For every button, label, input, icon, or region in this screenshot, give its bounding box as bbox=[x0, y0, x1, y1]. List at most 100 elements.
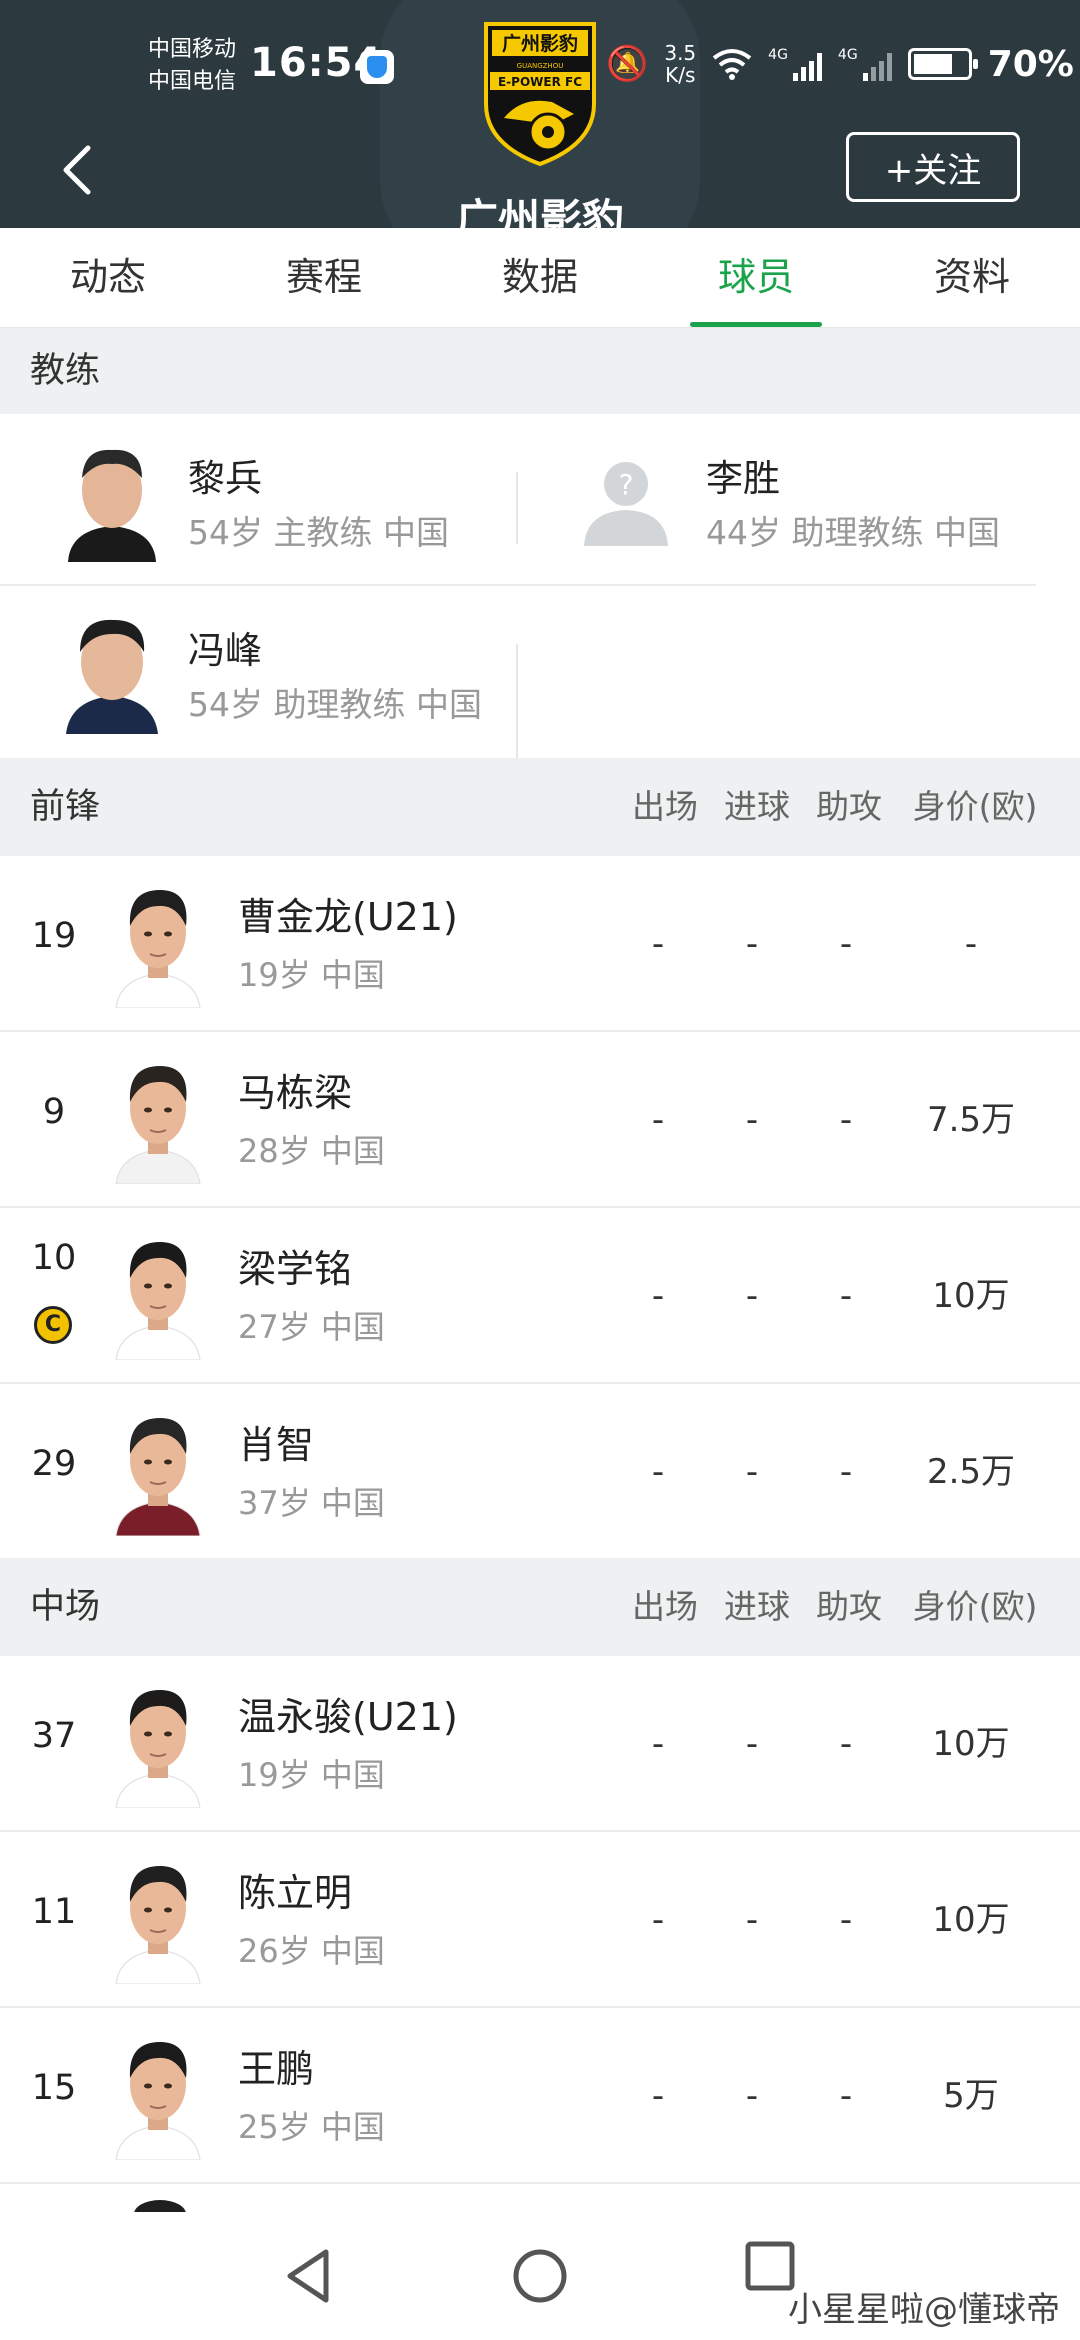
speed-unit: K/s bbox=[665, 63, 696, 87]
coach-meta: 44岁 助理教练 中国 bbox=[706, 513, 1000, 552]
stat-goals: - bbox=[745, 1900, 759, 1940]
player-meta: 25岁 中国 bbox=[238, 2108, 385, 2146]
col-header-apps: 出场 bbox=[632, 1587, 698, 1626]
player-photo bbox=[115, 1690, 201, 1808]
coach-name: 黎兵 bbox=[188, 457, 262, 500]
placeholder-avatar-icon: ? bbox=[584, 462, 668, 546]
signal-2-icon: 4G bbox=[838, 47, 892, 81]
coach-meta: 54岁 助理教练 中国 bbox=[188, 685, 482, 724]
net-type-1: 4G bbox=[768, 47, 788, 63]
stat-apps: - bbox=[651, 1100, 665, 1140]
logo-title-text: 广州影豹 bbox=[502, 32, 578, 55]
coach-card-1[interactable]: 黎兵 54岁 主教练 中国 bbox=[0, 414, 516, 586]
player-number: 19 bbox=[31, 916, 77, 956]
home-circle-icon[interactable] bbox=[500, 2236, 580, 2316]
player-number: 11 bbox=[31, 1892, 77, 1932]
security-shield-icon bbox=[360, 50, 394, 84]
tab-players[interactable]: 球员 bbox=[648, 228, 864, 327]
player-photo bbox=[115, 1418, 201, 1536]
team-header: 中国移动 中国电信 16:54 🔕 3.5 K/s 4G 4G 70% 广州影豹… bbox=[0, 0, 1080, 228]
carrier-1: 中国移动 bbox=[148, 37, 237, 62]
coach-avatar bbox=[58, 438, 166, 562]
section-header-coaches: 教练 bbox=[0, 328, 1080, 414]
back-triangle-icon[interactable] bbox=[270, 2236, 350, 2316]
col-header-goals: 进球 bbox=[724, 787, 790, 826]
player-name: 曹金龙(U21) bbox=[238, 895, 458, 939]
col-header-goals: 进球 bbox=[724, 1587, 790, 1626]
player-row[interactable]: 11 陈立明 26岁 中国 - - - 10万 bbox=[0, 1832, 1080, 2008]
coach-avatar bbox=[58, 610, 166, 734]
coach-divider bbox=[516, 644, 518, 758]
tab-bar: 动态 赛程 数据 球员 资料 bbox=[0, 228, 1080, 328]
coach-meta: 54岁 主教练 中国 bbox=[188, 513, 449, 552]
player-meta: 19岁 中国 bbox=[238, 1756, 385, 1794]
player-name: 梁学铭 bbox=[238, 1247, 353, 1291]
tab-schedule[interactable]: 赛程 bbox=[216, 228, 432, 327]
stat-goals: - bbox=[745, 2076, 759, 2116]
svg-text:?: ? bbox=[619, 468, 634, 501]
section-header-forwards: 前锋 出场 进球 助攻 身价(欧) bbox=[0, 758, 1080, 856]
player-row[interactable]: 29 肖智 37岁 中国 - - - 2.5万 bbox=[0, 1384, 1080, 1560]
carrier-2: 中国电信 bbox=[148, 69, 237, 94]
partial-player-row bbox=[0, 2184, 1080, 2212]
player-name: 肖智 bbox=[238, 1423, 315, 1467]
player-photo bbox=[115, 1066, 201, 1184]
stat-value: 2.5万 bbox=[926, 1452, 1016, 1492]
stat-value: 5万 bbox=[943, 2076, 999, 2116]
network-speed: 3.5 K/s bbox=[664, 42, 696, 86]
stat-apps: - bbox=[651, 2076, 665, 2116]
stat-goals: - bbox=[745, 1100, 759, 1140]
captain-badge-icon: C bbox=[34, 1306, 72, 1344]
stat-value: 7.5万 bbox=[926, 1100, 1016, 1140]
coach-card-3[interactable]: 冯峰 54岁 助理教练 中国 bbox=[0, 586, 516, 758]
wifi-icon bbox=[712, 49, 752, 80]
team-logo: 广州影豹 GUANGZHOU E-POWER FC bbox=[484, 22, 596, 167]
coach-card-2[interactable]: ? 李胜 44岁 助理教练 中国 bbox=[516, 414, 1036, 586]
section-header-midfielders: 中场 出场 进球 助攻 身价(欧) bbox=[0, 1558, 1080, 1656]
player-number: 15 bbox=[31, 2068, 77, 2108]
tab-stats[interactable]: 数据 bbox=[432, 228, 648, 327]
tab-news[interactable]: 动态 bbox=[0, 228, 216, 327]
logo-sub-text: GUANGZHOU bbox=[517, 62, 564, 70]
stat-assists: - bbox=[839, 2076, 853, 2116]
player-row[interactable]: 9 马栋梁 28岁 中国 - - - 7.5万 bbox=[0, 1032, 1080, 1208]
player-meta: 19岁 中国 bbox=[238, 956, 385, 994]
section-title-coaches: 教练 bbox=[30, 351, 101, 391]
stat-value: - bbox=[964, 924, 978, 964]
signal-1-icon: 4G bbox=[768, 47, 822, 81]
player-photo bbox=[115, 890, 201, 1008]
player-row[interactable]: 10 C 梁学铭 27岁 中国 - - - 10万 bbox=[0, 1208, 1080, 1384]
player-row[interactable]: 37 温永骏(U21) 19岁 中国 - - - 10万 bbox=[0, 1656, 1080, 1832]
player-row[interactable]: 19 曹金龙(U21) 19岁 中国 - - - - bbox=[0, 856, 1080, 1032]
player-name: 陈立明 bbox=[238, 1871, 353, 1915]
team-name-title: 广州影豹 bbox=[455, 195, 624, 228]
col-header-assists: 助攻 bbox=[816, 787, 882, 826]
player-number: 29 bbox=[31, 1444, 77, 1484]
stat-value: 10万 bbox=[932, 1900, 1010, 1940]
battery-level: 70% bbox=[987, 43, 1074, 85]
stat-assists: - bbox=[839, 1452, 853, 1492]
player-meta: 26岁 中国 bbox=[238, 1932, 385, 1970]
stat-goals: - bbox=[745, 1452, 759, 1492]
stat-assists: - bbox=[839, 1276, 853, 1316]
section-title-midfielders: 中场 bbox=[30, 1587, 101, 1627]
player-photo bbox=[115, 1242, 201, 1360]
stat-assists: - bbox=[839, 924, 853, 964]
battery-icon bbox=[907, 48, 978, 80]
col-header-assists: 助攻 bbox=[816, 1587, 882, 1626]
stat-assists: - bbox=[839, 1724, 853, 1764]
status-icons: 🔕 3.5 K/s 4G 4G 70% bbox=[606, 42, 1074, 86]
col-header-apps: 出场 bbox=[632, 787, 698, 826]
section-title-forwards: 前锋 bbox=[30, 787, 101, 827]
tab-info[interactable]: 资料 bbox=[864, 228, 1080, 327]
logo-en-text: E-POWER FC bbox=[498, 75, 582, 89]
player-meta: 28岁 中国 bbox=[238, 1132, 385, 1170]
player-number: 37 bbox=[31, 1716, 77, 1756]
stat-goals: - bbox=[745, 1724, 759, 1764]
player-row[interactable]: 15 王鹏 25岁 中国 - - - 5万 bbox=[0, 2008, 1080, 2184]
player-number: 9 bbox=[42, 1092, 66, 1132]
stat-apps: - bbox=[651, 1452, 665, 1492]
stat-apps: - bbox=[651, 1900, 665, 1940]
coach-name: 冯峰 bbox=[188, 629, 262, 672]
speed-value: 3.5 bbox=[664, 41, 697, 65]
